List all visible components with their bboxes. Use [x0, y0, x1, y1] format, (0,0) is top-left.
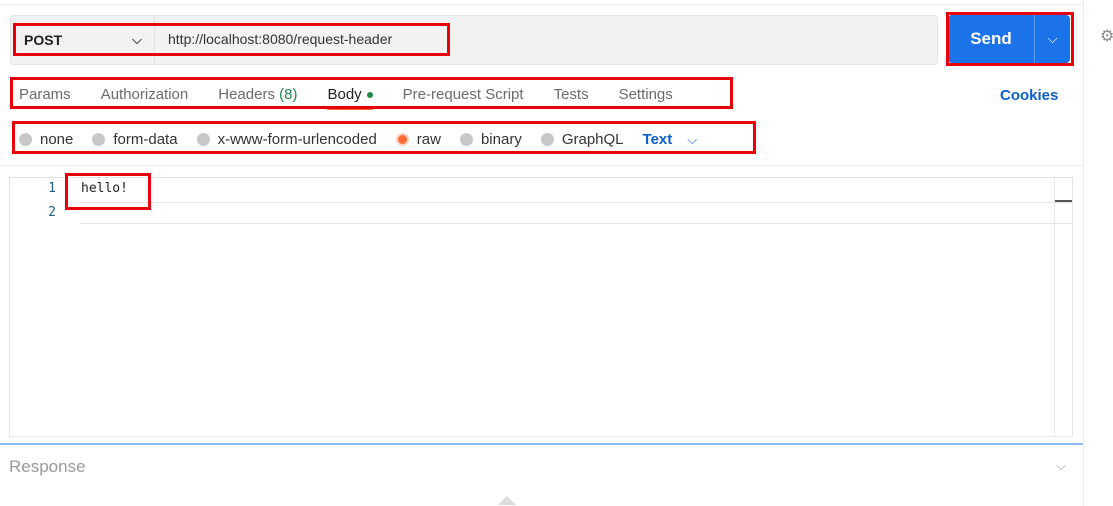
- highlight-box-tabs: [10, 77, 733, 109]
- line-number: 2: [48, 205, 56, 220]
- response-divider[interactable]: [0, 443, 1083, 445]
- highlight-box-send: [946, 12, 1074, 66]
- highlight-box-editor-text: [65, 173, 151, 210]
- highlight-box-url: [13, 23, 450, 56]
- cookies-link[interactable]: Cookies: [1000, 87, 1058, 104]
- highlight-box-body-types: [12, 121, 756, 154]
- active-line-highlight: [80, 202, 1073, 224]
- right-panel-border: [1083, 0, 1084, 506]
- editor-line: 1 hello!: [10, 178, 1055, 200]
- collapse-triangle-icon[interactable]: [498, 496, 516, 505]
- lightbulb-icon[interactable]: ⚙: [1100, 26, 1113, 46]
- response-header[interactable]: Response: [9, 457, 86, 477]
- chevron-down-icon[interactable]: ⌵: [1056, 458, 1066, 474]
- editor-scrollbar[interactable]: [1054, 178, 1072, 436]
- body-editor[interactable]: 1 hello! 2: [9, 177, 1073, 437]
- top-divider: [0, 4, 1083, 5]
- section-divider: [0, 165, 1083, 166]
- line-number: 1: [48, 181, 56, 196]
- scrollbar-thumb[interactable]: [1055, 200, 1072, 202]
